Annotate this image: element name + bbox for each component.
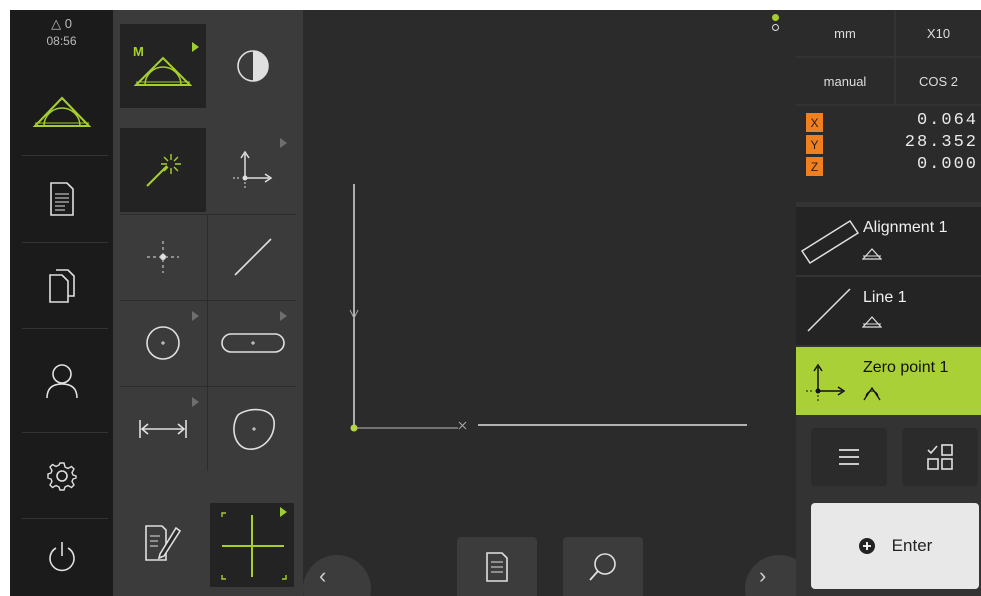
crosshair-icon [221, 512, 287, 580]
expand-triangle-icon [280, 311, 287, 321]
alignment-icon [800, 219, 860, 265]
power-icon [48, 542, 75, 572]
nav-measure[interactable] [10, 70, 113, 152]
user-icon [45, 364, 78, 399]
status-dot-inactive [772, 24, 779, 31]
distance-icon [139, 420, 187, 438]
feature-name: Line 1 [863, 289, 907, 306]
contrast-button[interactable] [210, 24, 296, 108]
nav-file-management[interactable] [10, 245, 113, 327]
zero-point-icon [806, 363, 846, 403]
files-icon [48, 269, 75, 303]
plus-circle-icon [858, 538, 875, 554]
main-menu: △ 0 08:56 [10, 10, 113, 596]
expand-triangle-icon [280, 138, 287, 148]
search-icon [589, 553, 616, 581]
nav-protocol[interactable] [10, 158, 113, 240]
magnification-field[interactable]: X10 [896, 10, 981, 56]
zero-point-marker [350, 424, 358, 432]
measure-magic-wand-button[interactable] [120, 128, 206, 212]
connection-status [772, 14, 779, 31]
zero-point-tool-button[interactable] [210, 128, 296, 212]
sketch-icon [145, 525, 182, 561]
slot-icon [221, 333, 285, 353]
axis-row-z: Z 0.000 [806, 155, 976, 177]
app-root: △ 0 08:56 M ‹ › mm X10 manual COS 2 X 0.… [0, 0, 981, 596]
axis-value-y: 28.352 [904, 133, 978, 152]
warning-count[interactable]: 0 [65, 16, 72, 31]
manual-measure-button[interactable]: M [120, 24, 206, 108]
enter-button[interactable]: Enter [811, 503, 979, 589]
unit-field[interactable]: mm [796, 10, 894, 56]
select-features-icon [927, 444, 953, 470]
blob-icon [233, 408, 275, 450]
line-icon [807, 288, 851, 332]
expand-triangle-icon [192, 397, 199, 407]
blob-tool-button[interactable] [210, 387, 296, 471]
axis-badge-x: X [806, 113, 823, 132]
circle-icon [146, 326, 180, 360]
clock: 08:56 [46, 34, 77, 48]
coordinate-system-field[interactable]: COS 2 [896, 58, 981, 104]
enter-label: Enter [891, 536, 933, 555]
measure-triangle-icon [862, 248, 882, 260]
gear-icon [46, 462, 77, 491]
protocol-button[interactable] [457, 537, 537, 596]
expand-triangle-icon [192, 311, 199, 321]
line-icon [234, 238, 272, 276]
x-marker-icon [458, 421, 467, 430]
document-icon [486, 552, 508, 582]
axis-row-y: Y 28.352 [806, 133, 976, 155]
axis-badge-z: Z [806, 157, 823, 176]
nav-settings[interactable] [10, 435, 113, 517]
circle-tool-button[interactable] [120, 301, 206, 385]
status-bar: △ 0 08:56 [10, 10, 113, 48]
measure-magic-wand-icon [146, 154, 181, 187]
expand-triangle-icon [192, 42, 199, 52]
feature-item-alignment[interactable]: Alignment 1 [796, 207, 981, 275]
tool-palette: M [113, 10, 303, 596]
mode-label: M [133, 44, 144, 59]
feature-item-line[interactable]: Line 1 [796, 277, 981, 345]
zero-point-icon [233, 150, 273, 190]
feature-name: Zero point 1 [863, 359, 949, 376]
mode-field[interactable]: manual [796, 58, 894, 104]
chevron-left-icon: ‹ [319, 563, 327, 588]
axis-value-x: 0.064 [916, 111, 978, 130]
feature-name: Alignment 1 [863, 219, 948, 236]
sketch-button[interactable] [120, 500, 206, 584]
measure-triangle-icon [862, 316, 882, 328]
select-features-button[interactable] [902, 428, 978, 486]
nav-switch-off[interactable] [10, 521, 113, 593]
point-icon [147, 241, 179, 273]
axis-badge-y: Y [806, 135, 823, 154]
construct-icon [863, 387, 881, 401]
feature-item-zero-point[interactable]: Zero point 1 [796, 347, 981, 415]
status-dot-active [772, 14, 779, 21]
manual-measure-icon [133, 56, 193, 86]
slot-tool-button[interactable] [210, 301, 296, 385]
inspector-panel: mm X10 manual COS 2 X 0.064 Y 28.352 Z 0… [796, 10, 981, 596]
position-display: X 0.064 Y 28.352 Z 0.000 [796, 106, 981, 202]
axis-value-z: 0.000 [916, 155, 978, 174]
nav-user[interactable] [10, 332, 113, 430]
feature-menu-button[interactable] [811, 428, 887, 486]
point-tool-button[interactable] [120, 215, 206, 299]
search-button[interactable] [563, 537, 643, 596]
contrast-icon [237, 50, 269, 82]
document-list-icon [49, 182, 74, 216]
menu-icon [839, 449, 859, 465]
distance-tool-button[interactable] [120, 387, 206, 471]
crosshair-button[interactable] [210, 503, 294, 587]
line-tool-button[interactable] [210, 215, 296, 299]
chevron-right-icon: › [759, 563, 767, 588]
axis-row-x: X 0.064 [806, 111, 976, 133]
measure-triangle-icon [32, 96, 91, 127]
warning-icon[interactable]: △ [51, 16, 61, 31]
